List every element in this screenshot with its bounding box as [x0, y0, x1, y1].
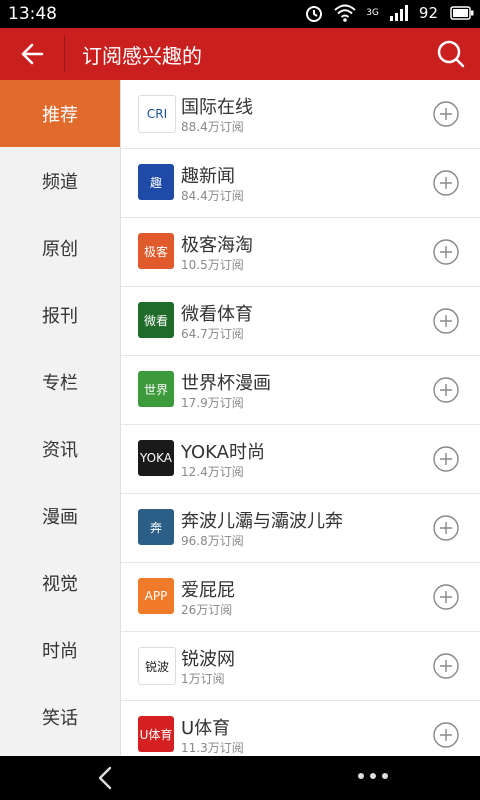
- list-item[interactable]: 奔 奔波儿灞与灞波儿奔 96.8万订阅: [121, 494, 480, 563]
- category-item-fashion[interactable]: 时尚: [0, 616, 120, 683]
- plus-circle-icon[interactable]: [433, 170, 459, 196]
- plus-circle-icon[interactable]: [433, 515, 459, 541]
- more-options-icon[interactable]: [358, 773, 388, 779]
- battery-level: 92: [418, 4, 438, 22]
- source-logo: U体育: [138, 716, 174, 752]
- subscriber-count: 1万订阅: [181, 672, 225, 686]
- source-name: 极客海淘: [181, 235, 253, 256]
- subscriber-count: 12.4万订阅: [181, 465, 244, 479]
- plus-circle-icon[interactable]: [433, 446, 459, 472]
- source-name: 国际在线: [181, 97, 253, 118]
- search-icon[interactable]: [436, 39, 466, 69]
- source-logo: CRI: [138, 95, 176, 133]
- list-item[interactable]: U体育 U体育 11.3万订阅: [121, 701, 480, 756]
- header-divider: [64, 36, 65, 72]
- list-item[interactable]: CRI 国际在线 88.4万订阅: [121, 80, 480, 149]
- source-name: 锐波网: [181, 649, 235, 670]
- subscriber-count: 17.9万订阅: [181, 396, 244, 410]
- source-name: 世界杯漫画: [181, 373, 271, 394]
- subscription-list: CRI 国际在线 88.4万订阅 趣 趣新闻 84.4万订阅 极客 极客海淘 1…: [121, 80, 480, 756]
- network-type: 3G: [366, 8, 379, 18]
- plus-circle-icon[interactable]: [433, 653, 459, 679]
- subscriber-count: 88.4万订阅: [181, 120, 244, 134]
- plus-circle-icon[interactable]: [433, 722, 459, 748]
- app-header: 订阅感兴趣的: [0, 28, 480, 80]
- subscriber-count: 11.3万订阅: [181, 741, 244, 755]
- source-name: U体育: [181, 718, 231, 739]
- subscriber-count: 96.8万订阅: [181, 534, 244, 548]
- alarm-icon: [306, 6, 323, 22]
- list-item[interactable]: 极客 极客海淘 10.5万订阅: [121, 218, 480, 287]
- status-bar: 13:48 3G 92: [0, 0, 480, 28]
- list-item[interactable]: 世界 世界杯漫画 17.9万订阅: [121, 356, 480, 425]
- back-button[interactable]: [0, 28, 64, 80]
- subscriber-count: 26万订阅: [181, 603, 233, 617]
- source-name: 爱屁屁: [181, 580, 235, 601]
- category-item-original[interactable]: 原创: [0, 214, 120, 281]
- plus-circle-icon[interactable]: [433, 239, 459, 265]
- category-item-recommend[interactable]: 推荐: [0, 80, 120, 147]
- plus-circle-icon[interactable]: [433, 584, 459, 610]
- category-sidebar: 推荐 频道 原创 报刊 专栏 资讯 漫画 视觉 时尚 笑话: [0, 80, 121, 756]
- wifi-icon: [334, 4, 356, 22]
- list-item[interactable]: 锐波 锐波网 1万订阅: [121, 632, 480, 701]
- category-item-column[interactable]: 专栏: [0, 348, 120, 415]
- subscriber-count: 10.5万订阅: [181, 258, 244, 272]
- arrow-left-icon: [21, 43, 44, 65]
- list-item[interactable]: 趣 趣新闻 84.4万订阅: [121, 149, 480, 218]
- status-icons: 3G 92: [304, 3, 474, 23]
- subscriber-count: 84.4万订阅: [181, 189, 244, 203]
- category-item-channel[interactable]: 频道: [0, 147, 120, 214]
- source-name: 趣新闻: [181, 166, 235, 187]
- source-name: 奔波儿灞与灞波儿奔: [181, 511, 343, 532]
- signal-icon: [389, 5, 408, 21]
- list-item[interactable]: APP 爱屁屁 26万订阅: [121, 563, 480, 632]
- source-logo: 奔: [138, 509, 174, 545]
- category-item-jokes[interactable]: 笑话: [0, 683, 120, 750]
- status-time: 13:48: [8, 4, 57, 24]
- source-logo: 极客: [138, 233, 174, 269]
- category-item-comics[interactable]: 漫画: [0, 482, 120, 549]
- source-name: YOKA时尚: [181, 442, 265, 463]
- category-item-newspaper[interactable]: 报刊: [0, 281, 120, 348]
- plus-circle-icon[interactable]: [433, 377, 459, 403]
- category-item-visual[interactable]: 视觉: [0, 549, 120, 616]
- source-logo: YOKA: [138, 440, 174, 476]
- category-item-news[interactable]: 资讯: [0, 415, 120, 482]
- source-logo: 微看: [138, 302, 174, 338]
- battery-icon: [450, 6, 474, 20]
- page-title: 订阅感兴趣的: [82, 44, 202, 68]
- list-item[interactable]: 微看 微看体育 64.7万订阅: [121, 287, 480, 356]
- source-logo: 锐波: [138, 647, 176, 685]
- subscriber-count: 64.7万订阅: [181, 327, 244, 341]
- source-name: 微看体育: [181, 304, 253, 325]
- plus-circle-icon[interactable]: [433, 308, 459, 334]
- source-logo: 世界: [138, 371, 174, 407]
- nav-back-icon[interactable]: [92, 764, 120, 792]
- source-logo: 趣: [138, 164, 174, 200]
- source-logo: APP: [138, 578, 174, 614]
- system-nav-bar: [0, 756, 480, 800]
- list-item[interactable]: YOKA YOKA时尚 12.4万订阅: [121, 425, 480, 494]
- plus-circle-icon[interactable]: [433, 101, 459, 127]
